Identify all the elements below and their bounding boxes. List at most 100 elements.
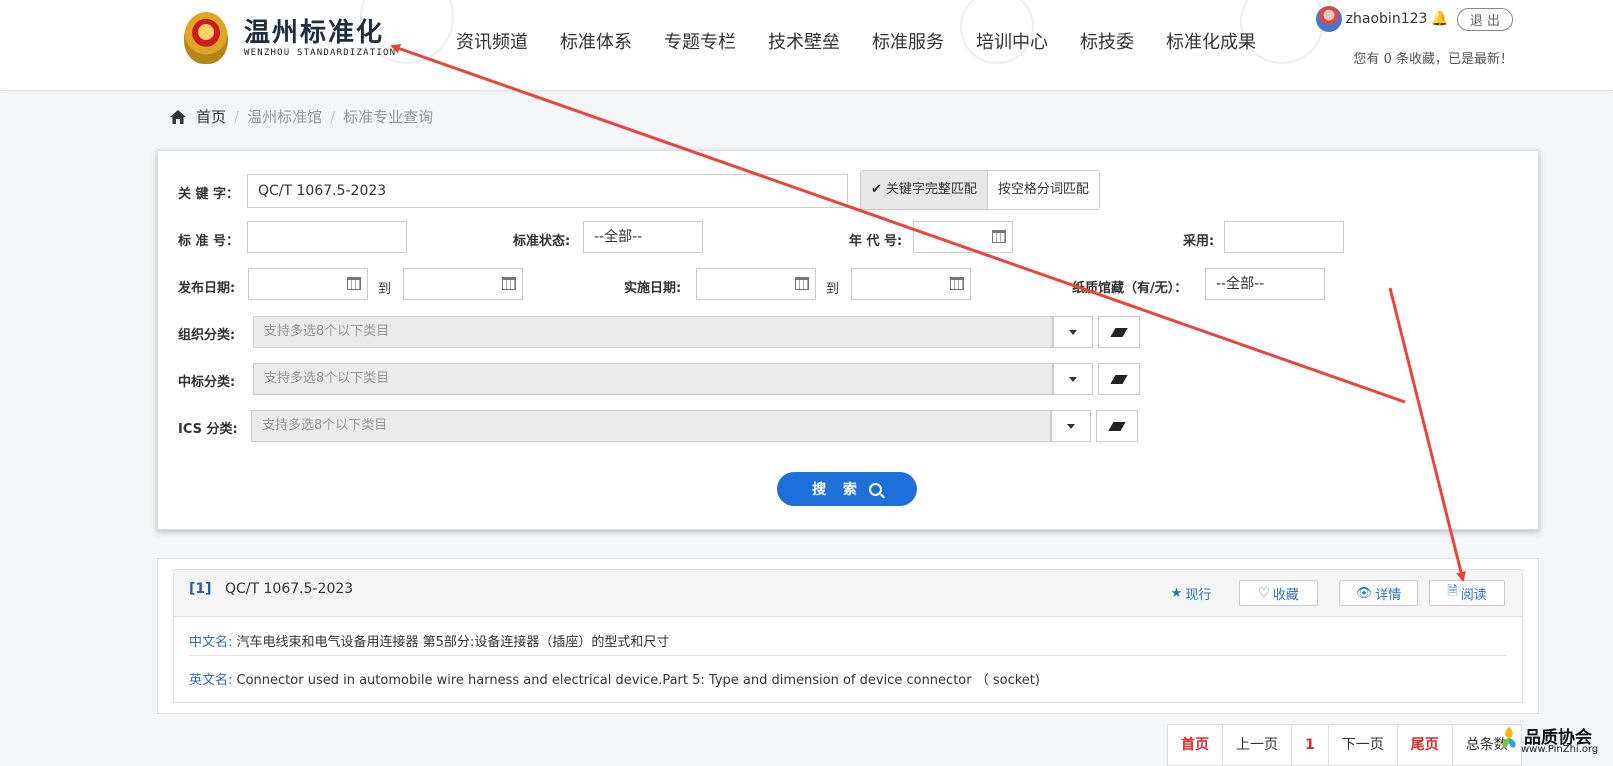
match-mode-toggle: ✔ 关键字完整匹配 按空格分词匹配 xyxy=(860,170,1100,210)
keyword-label: 关 键 字： xyxy=(178,187,240,202)
page-current[interactable]: 1 xyxy=(1292,725,1329,765)
main-nav: 资讯频道 标准体系 专题专栏 技术壁垒 标准服务 培训中心 标技委 标准化成果 xyxy=(456,28,1288,54)
nav-item-committee[interactable]: 标技委 xyxy=(1080,28,1134,54)
to-label: 到 xyxy=(378,282,392,297)
result-code[interactable]: QC/T 1067.5-2023 xyxy=(225,581,353,597)
org-dropdown-button[interactable] xyxy=(1053,316,1093,348)
eraser-icon xyxy=(1110,327,1128,337)
read-button[interactable]: 🗎 阅读 xyxy=(1429,580,1505,606)
search-button[interactable]: 搜 索 xyxy=(777,472,917,506)
nav-item-standard-system[interactable]: 标准体系 xyxy=(560,28,632,54)
breadcrumb-separator: / xyxy=(330,107,336,126)
standard-status-select[interactable]: --全部-- xyxy=(583,221,703,253)
watermark-logo-icon xyxy=(1502,727,1516,748)
detail-button[interactable]: 👁 详情 xyxy=(1339,580,1418,606)
calendar-icon[interactable] xyxy=(502,277,516,290)
site-logo-subtitle: WENZHOU STANDARDIZATION xyxy=(244,48,397,58)
match-full-button[interactable]: ✔ 关键字完整匹配 xyxy=(861,171,988,209)
paper-collection-label: 纸质馆藏（有/无）： xyxy=(1072,281,1188,296)
check-icon: ✔ xyxy=(871,182,882,197)
ccs-clear-button[interactable] xyxy=(1098,363,1140,395)
avatar[interactable] xyxy=(1315,6,1342,32)
org-clear-button[interactable] xyxy=(1098,316,1140,348)
standard-number-input[interactable] xyxy=(247,221,407,253)
result-index: [1] xyxy=(189,581,212,597)
year-label: 年 代 号: xyxy=(849,234,903,249)
calendar-icon[interactable] xyxy=(347,277,361,290)
ics-category-label: ICS 分类: xyxy=(178,422,238,437)
emblem-logo-icon[interactable] xyxy=(184,12,228,64)
search-icon xyxy=(868,482,882,496)
english-name-value: Connector used in automobile wire harnes… xyxy=(236,673,1040,688)
pdf-file-icon: 🗎 xyxy=(1447,584,1458,599)
eraser-icon xyxy=(1110,374,1128,384)
english-name-row: 英文名: Connector used in automobile wire h… xyxy=(189,669,1040,688)
result-item: [1] QC/T 1067.5-2023 ★ 现行 ♡ 收藏 👁 详情 🗎 阅读 中文名… xyxy=(173,569,1523,703)
match-split-button[interactable]: 按空格分词匹配 xyxy=(987,171,1099,209)
calendar-icon[interactable] xyxy=(992,230,1006,243)
breadcrumb-library[interactable]: 温州标准馆 xyxy=(247,106,322,127)
ccs-dropdown-button[interactable] xyxy=(1053,363,1093,395)
to-label: 到 xyxy=(826,282,840,297)
implement-date-label: 实施日期: xyxy=(624,281,682,296)
eraser-icon xyxy=(1108,421,1126,431)
page-prev[interactable]: 上一页 xyxy=(1223,725,1292,765)
paper-collection-select[interactable]: --全部-- xyxy=(1205,268,1325,300)
eye-icon: 👁 xyxy=(1355,585,1373,601)
caret-down-icon xyxy=(1069,376,1077,382)
ccs-category-input[interactable]: 支持多选8个以下类目 xyxy=(253,363,1053,395)
favorite-button[interactable]: ♡ 收藏 xyxy=(1239,580,1318,606)
keyword-input[interactable] xyxy=(247,174,848,208)
ics-category-input[interactable]: 支持多选8个以下类目 xyxy=(251,410,1051,442)
star-icon: ★ xyxy=(1170,585,1183,601)
nav-item-standard-service[interactable]: 标准服务 xyxy=(872,28,944,54)
adopt-label: 采用: xyxy=(1183,234,1215,249)
publish-date-start[interactable] xyxy=(248,268,368,300)
chinese-name-label: 中文名: xyxy=(189,635,233,650)
page-last[interactable]: 尾页 xyxy=(1398,725,1453,765)
org-category-input[interactable]: 支持多选8个以下类目 xyxy=(253,316,1053,348)
implement-date-start[interactable] xyxy=(696,268,816,300)
caret-down-icon xyxy=(1069,329,1077,335)
nav-item-news[interactable]: 资讯频道 xyxy=(456,28,528,54)
username[interactable]: zhaobin123 xyxy=(1346,11,1428,27)
nav-item-achievements[interactable]: 标准化成果 xyxy=(1166,28,1256,54)
breadcrumb: 首页 / 温州标准馆 / 标准专业查询 xyxy=(170,106,433,127)
favorite-notice: 您有 0 条收藏，已是最新！ xyxy=(1353,52,1513,67)
page-next[interactable]: 下一页 xyxy=(1329,725,1398,765)
ics-dropdown-button[interactable] xyxy=(1051,410,1091,442)
nav-item-tech-barrier[interactable]: 技术壁垒 xyxy=(768,28,840,54)
breadcrumb-current: 标准专业查询 xyxy=(343,108,434,126)
standard-status-label: 标准状态: xyxy=(513,234,571,249)
ccs-category-label: 中标分类: xyxy=(178,375,236,390)
heart-icon: ♡ xyxy=(1258,585,1270,601)
site-logo-title[interactable]: 温州标准化 xyxy=(244,12,384,49)
user-area: zhaobin123 🔔 退 出 xyxy=(1315,6,1513,32)
calendar-icon[interactable] xyxy=(795,277,809,290)
caret-down-icon xyxy=(1067,423,1075,429)
page-first[interactable]: 首页 xyxy=(1168,725,1223,765)
breadcrumb-home[interactable]: 首页 xyxy=(196,106,226,127)
nav-item-topics[interactable]: 专题专栏 xyxy=(664,28,736,54)
year-input[interactable] xyxy=(913,221,1013,253)
adopt-input[interactable] xyxy=(1224,221,1344,253)
pagination: 首页 上一页 1 下一页 尾页 总条数 xyxy=(1167,724,1522,766)
publish-date-end[interactable] xyxy=(403,268,523,300)
result-header: [1] QC/T 1067.5-2023 ★ 现行 ♡ 收藏 👁 详情 🗎 阅读 xyxy=(174,570,1522,617)
ics-clear-button[interactable] xyxy=(1096,410,1138,442)
english-name-label: 英文名: xyxy=(189,673,233,688)
chinese-name-row: 中文名: 汽车电线束和电气设备用连接器 第5部分:设备连接器（插座）的型式和尺寸 xyxy=(189,631,669,650)
org-category-label: 组织分类: xyxy=(178,328,236,343)
watermark-url: www.PinZhi.org xyxy=(1521,744,1599,755)
status-badge: ★ 现行 xyxy=(1170,585,1212,603)
bell-icon[interactable]: 🔔 xyxy=(1431,11,1448,27)
standard-number-label: 标 准 号： xyxy=(178,234,240,249)
nav-item-training[interactable]: 培训中心 xyxy=(976,28,1048,54)
calendar-icon[interactable] xyxy=(950,277,964,290)
logout-button[interactable]: 退 出 xyxy=(1456,7,1513,31)
implement-date-end[interactable] xyxy=(851,268,971,300)
site-header: 温州标准化 WENZHOU STANDARDIZATION 资讯频道 标准体系 … xyxy=(0,0,1613,91)
home-icon xyxy=(170,109,186,124)
chinese-name-value: 汽车电线束和电气设备用连接器 第5部分:设备连接器（插座）的型式和尺寸 xyxy=(236,635,670,650)
row-divider xyxy=(189,655,1507,656)
